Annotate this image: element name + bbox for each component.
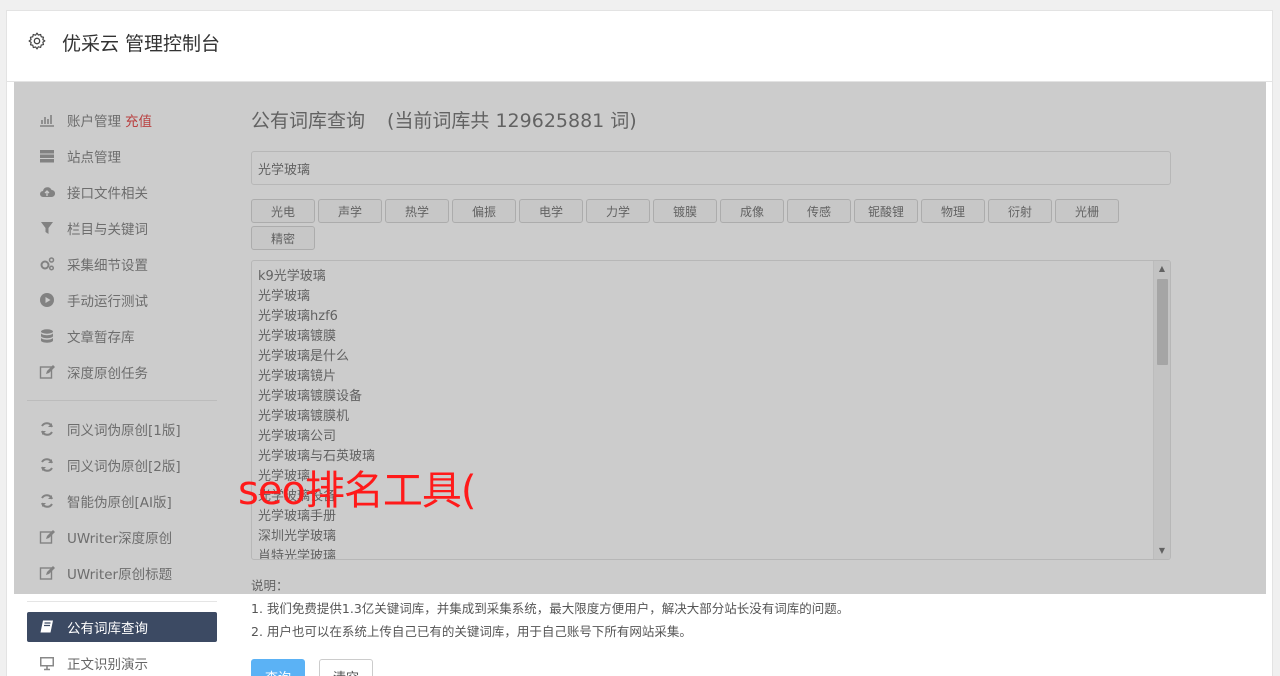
watermark-text: seo排名工具( [238, 468, 477, 514]
note-line: 1. 我们免费提供1.3亿关键词库，并集成到采集系统，最大限度方便用户，解决大部… [251, 601, 850, 616]
monitor-icon [37, 653, 57, 673]
sidebar-item-public-lexicon[interactable]: 公有词库查询 [27, 612, 217, 642]
sidebar-divider [27, 601, 217, 602]
app-title: 优采云 管理控制台 [62, 33, 221, 55]
modal-overlay [14, 82, 1266, 594]
query-button[interactable]: 查询 [251, 659, 305, 676]
sidebar-item-label: 公有词库查询 [67, 621, 148, 637]
gear-icon [28, 32, 46, 50]
clear-button[interactable]: 清空 [319, 659, 373, 676]
top-header: 优采云 管理控制台 [6, 10, 1273, 82]
sidebar-item-label: 正文识别演示 [67, 657, 148, 673]
action-buttons: 查询 清空 [251, 659, 1171, 676]
sidebar-item-text-recognition[interactable]: 正文识别演示 [27, 645, 217, 676]
note-line: 2. 用户也可以在系统上传自己已有的关键词库，用于自己账号下所有网站采集。 [251, 624, 692, 639]
book-icon [37, 617, 57, 637]
